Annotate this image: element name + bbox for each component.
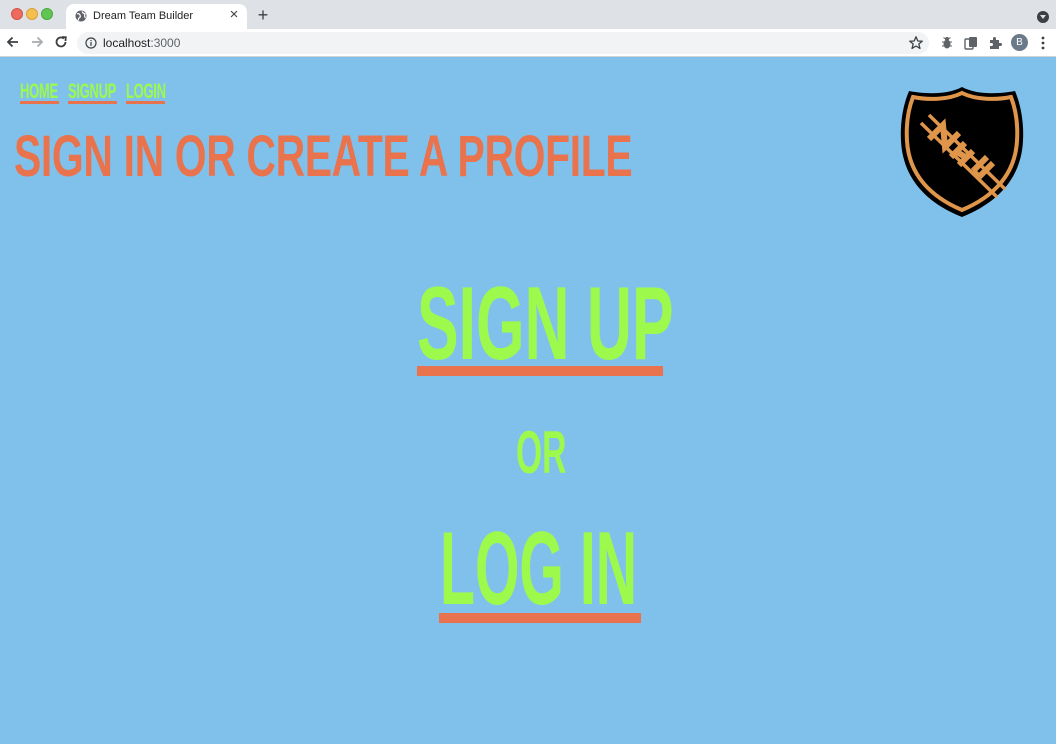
browser-tabstrip: Dream Team Builder × + [0,0,1056,29]
copy-extension-icon[interactable] [963,35,979,51]
address-bar[interactable]: localhost:3000 [77,32,929,54]
login-link[interactable]: LOG IN [440,517,637,621]
nav-home-underline [20,101,59,104]
bug-extension-icon[interactable] [939,35,955,51]
page-content: HOME SIGNUP LOGIN SIGN IN OR CREATE A PR… [0,57,1056,744]
nav-login-link[interactable]: LOGIN [126,81,166,103]
nav-signup-underline [68,101,117,104]
window-close-button[interactable] [11,8,23,20]
reload-icon[interactable] [52,33,70,51]
nav-home-link[interactable]: HOME [20,81,58,103]
new-tab-button[interactable]: + [255,5,271,25]
signup-link[interactable]: SIGN UP [417,272,674,376]
browser-menu-icon[interactable] [1037,35,1049,51]
browser-toolbar: localhost:3000 B [0,29,1056,57]
url-port: :3000 [150,36,181,50]
browser-tab[interactable]: Dream Team Builder × [66,4,247,29]
globe-icon [75,10,87,22]
extensions-puzzle-icon[interactable] [987,35,1003,51]
profile-avatar[interactable]: B [1011,34,1028,51]
or-separator: OR [516,419,567,486]
window-maximize-button[interactable] [41,8,53,20]
back-arrow-icon[interactable] [4,33,22,51]
page-title: SIGN IN OR CREATE A PROFILE [14,124,633,189]
forward-arrow-icon[interactable] [28,33,46,51]
info-icon[interactable] [85,37,97,49]
url-host: localhost [103,36,151,50]
tab-search-icon[interactable] [1037,11,1049,23]
nav-signup-link[interactable]: SIGNUP [68,81,116,103]
url-text: localhost:3000 [103,36,180,50]
bookmark-star-icon[interactable] [908,35,924,51]
nhl-shield-logo [900,87,1024,217]
tab-title: Dream Team Builder [93,10,194,22]
signup-link-underline [417,366,663,376]
window-minimize-button[interactable] [26,8,38,20]
login-link-underline [439,613,641,623]
nav-login-underline [126,101,165,104]
tab-close-icon[interactable]: × [227,7,241,23]
